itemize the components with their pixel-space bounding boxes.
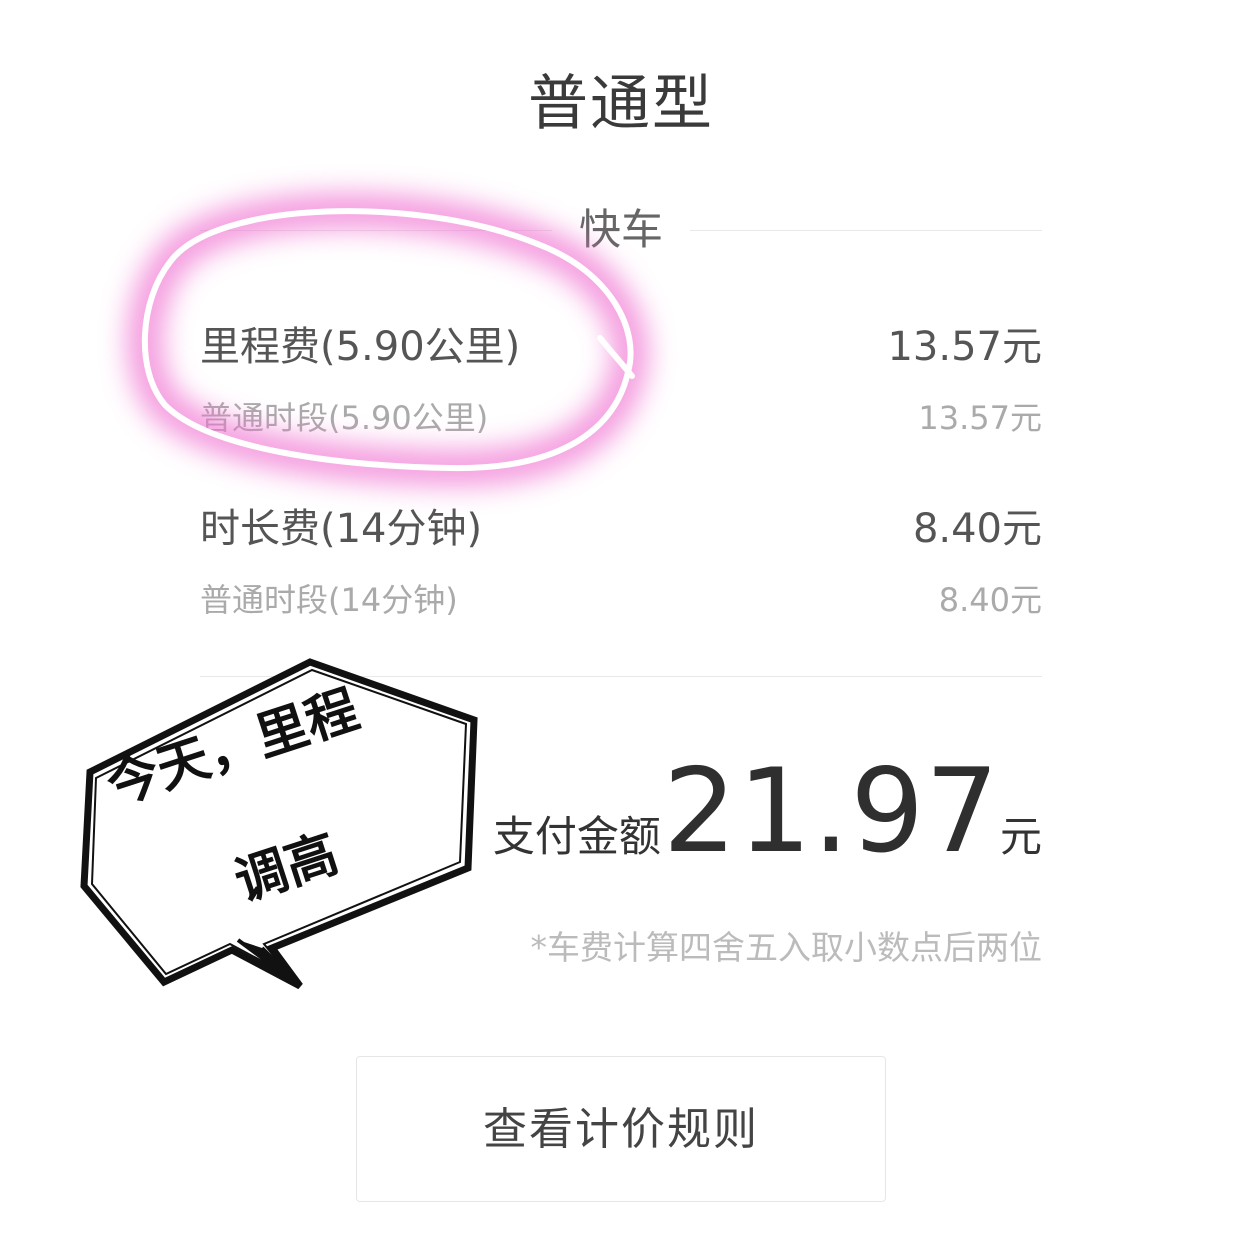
- annotation-overlay: [80, 194, 648, 990]
